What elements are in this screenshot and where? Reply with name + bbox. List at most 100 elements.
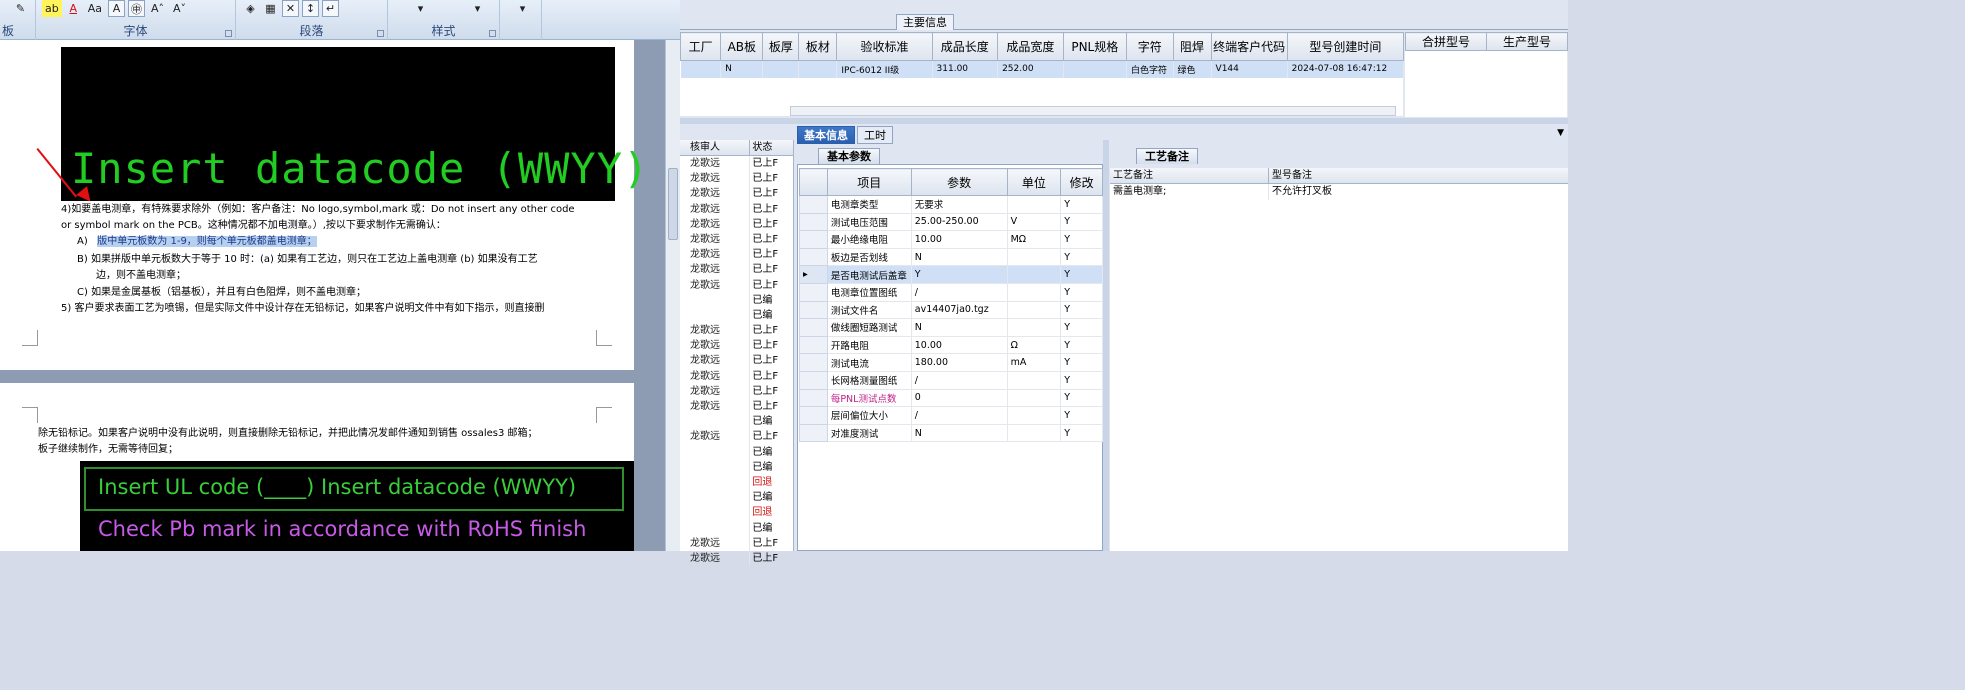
document-page[interactable]: Insert datacode (WWYY) 4)如要盖电测章，有特殊要求除外（… — [0, 40, 648, 370]
param-edit-cell[interactable]: Y — [1060, 370, 1103, 390]
param-name-cell[interactable]: 测试电压范围 — [826, 212, 912, 232]
column-header[interactable]: 板材 — [798, 32, 838, 61]
table-cell[interactable]: 白色字符 — [1126, 60, 1174, 78]
list-item[interactable]: 龙歌远 已上F — [680, 368, 793, 384]
list-item[interactable]: 已编 — [680, 307, 793, 324]
list-item[interactable]: 已编 — [680, 444, 793, 460]
column-header[interactable]: 工厂 — [679, 32, 722, 61]
param-name-cell[interactable]: 每PNL测试点数 — [826, 388, 912, 408]
column-header[interactable]: 工艺备注 — [1110, 168, 1268, 183]
column-header[interactable]: 型号备注 — [1268, 168, 1564, 183]
table-row[interactable]: 测试电流 180.00 mA Y — [799, 353, 1103, 372]
chevron-down-icon[interactable]: ▼ — [1557, 128, 1564, 138]
table-row[interactable]: N IPC-6012 II级 311.00 252.00 白色字符 绿色 V144 2024-… — [680, 60, 1405, 78]
column-header[interactable]: PNL规格 — [1062, 32, 1128, 61]
dialog-launcher-icon[interactable] — [377, 30, 384, 37]
param-name-cell[interactable]: 长网格测量图纸 — [826, 370, 912, 390]
column-header[interactable]: 生产型号 — [1486, 32, 1568, 51]
param-edit-cell[interactable]: Y — [1060, 318, 1103, 337]
editing-dropdown-icon[interactable]: ▾ — [514, 0, 531, 17]
param-value-cell[interactable]: N — [910, 318, 1008, 337]
list-item[interactable]: 龙歌远 已上F — [680, 353, 793, 369]
list-item[interactable]: 已编 — [680, 459, 793, 475]
list-item[interactable]: 龙歌远 已上F — [680, 171, 793, 187]
grow-font-icon[interactable]: A˄ — [148, 0, 167, 17]
param-unit-cell[interactable]: mA — [1006, 353, 1062, 372]
vertical-scrollbar[interactable] — [665, 40, 680, 551]
column-header[interactable]: 阻焊 — [1172, 32, 1212, 61]
list-item[interactable]: 龙歌远 已上F — [680, 338, 793, 354]
tab-basic-params[interactable]: 基本参数 — [818, 148, 880, 164]
table-row[interactable]: ▸ 是否电测试后盖章 Y Y — [799, 265, 1103, 284]
param-unit-cell[interactable] — [1006, 318, 1062, 337]
param-value-cell[interactable]: av14407ja0.tgz — [910, 300, 1008, 320]
list-item[interactable]: 回退 — [680, 505, 793, 521]
review-list[interactable]: 核审人 状态 龙歌远 已上F 龙歌远 已上F 龙歌远 已上F 龙歌远 已上F 龙歌远 已上F 龙歌远… — [680, 140, 794, 567]
param-edit-cell[interactable]: Y — [1060, 247, 1103, 267]
table-row[interactable]: 电测章位置图纸 / Y — [799, 282, 1103, 302]
param-value-cell[interactable]: Y — [910, 265, 1008, 284]
list-item[interactable]: 龙歌远 已上F — [680, 247, 793, 263]
table-cell[interactable]: IPC-6012 II级 — [836, 60, 933, 78]
list-item[interactable]: 龙歌远 已上F — [680, 262, 793, 278]
param-value-cell[interactable]: 180.00 — [910, 353, 1008, 372]
table-row[interactable]: 做线圈短路测试 N Y — [799, 318, 1103, 337]
column-header[interactable]: 项目 — [826, 168, 912, 196]
tab-work-hours[interactable]: 工时 — [857, 126, 893, 144]
list-item[interactable]: 龙歌远 已上F — [680, 399, 793, 415]
list-item[interactable]: 已编 — [680, 292, 793, 308]
table-cell[interactable]: 252.00 — [997, 60, 1064, 78]
list-item[interactable]: 龙歌远 已上F — [680, 550, 793, 567]
table-cell[interactable] — [680, 60, 722, 78]
param-edit-cell[interactable]: Y — [1060, 300, 1103, 320]
process-remark-cell[interactable]: 需盖电测章; — [1110, 184, 1268, 200]
param-unit-cell[interactable]: Ω — [1006, 335, 1062, 355]
param-edit-cell[interactable]: Y — [1060, 423, 1103, 443]
table-row[interactable]: 最小绝缘电阻 10.00 MΩ Y — [799, 230, 1103, 249]
param-name-cell[interactable]: 最小绝缘电阻 — [826, 230, 912, 249]
table-cell[interactable]: V144 — [1211, 60, 1288, 78]
list-item[interactable]: 龙歌远 已上F — [680, 186, 793, 202]
param-name-cell[interactable]: 对准度测试 — [826, 423, 912, 443]
horizontal-scrollbar[interactable] — [790, 106, 1396, 116]
list-item[interactable]: 龙歌远 已上F — [680, 323, 793, 339]
table-row[interactable]: 长网格测量图纸 / Y — [799, 370, 1103, 390]
list-item[interactable]: 龙歌远 已上F — [680, 535, 793, 551]
style-dropdown-icon[interactable]: ▾ — [412, 0, 429, 17]
param-value-cell[interactable]: / — [910, 370, 1008, 390]
remark-panel[interactable]: 工艺备注 型号备注 需盖电测章; 不允许打叉板 — [1110, 168, 1568, 551]
param-edit-cell[interactable]: Y — [1060, 353, 1103, 372]
table-cell[interactable]: N — [720, 60, 764, 78]
param-value-cell[interactable]: 25.00-250.00 — [910, 212, 1008, 232]
column-header[interactable]: 验收标准 — [836, 32, 933, 61]
param-unit-cell[interactable] — [1006, 388, 1062, 408]
param-name-cell[interactable]: 层间偏位大小 — [826, 406, 912, 425]
column-header[interactable]: 终端客户代码 — [1210, 32, 1288, 61]
table-cell[interactable] — [798, 60, 838, 78]
param-value-cell[interactable]: 10.00 — [910, 335, 1008, 355]
table-row[interactable]: 测试电压范围 25.00-250.00 V Y — [799, 212, 1103, 232]
column-header[interactable]: 核审人 — [680, 140, 749, 155]
dialog-launcher-icon[interactable] — [489, 30, 496, 37]
combine-grid[interactable]: 合拼型号 生产型号 — [1405, 32, 1568, 117]
list-item[interactable]: 已编 — [680, 414, 793, 430]
borders-icon[interactable]: ▦ — [262, 0, 279, 17]
param-value-cell[interactable]: 无要求 — [910, 195, 1008, 214]
list-item[interactable]: 已编 — [680, 520, 793, 536]
tab-main-info[interactable]: 主要信息 — [896, 14, 954, 30]
list-item[interactable]: 龙歌远 已上F — [680, 277, 793, 293]
char-shading-icon[interactable]: A — [108, 0, 125, 17]
column-header[interactable]: 单位 — [1006, 168, 1062, 196]
param-value-cell[interactable]: N — [910, 423, 1008, 443]
table-cell[interactable]: 311.00 — [932, 60, 999, 78]
column-header[interactable]: 状态 — [749, 140, 793, 155]
list-item[interactable]: 龙歌远 已上F — [680, 383, 793, 399]
list-item[interactable]: 龙歌远 已上F — [680, 231, 793, 248]
param-value-cell[interactable]: / — [910, 282, 1008, 302]
param-name-cell[interactable]: 开路电阻 — [826, 335, 912, 355]
param-name-cell[interactable]: 做线圈短路测试 — [826, 318, 912, 337]
param-value-cell[interactable]: 0 — [910, 388, 1008, 408]
param-edit-cell[interactable]: Y — [1060, 212, 1103, 232]
param-unit-cell[interactable] — [1006, 406, 1062, 425]
format-painter-icon[interactable]: ✎ — [12, 0, 29, 17]
